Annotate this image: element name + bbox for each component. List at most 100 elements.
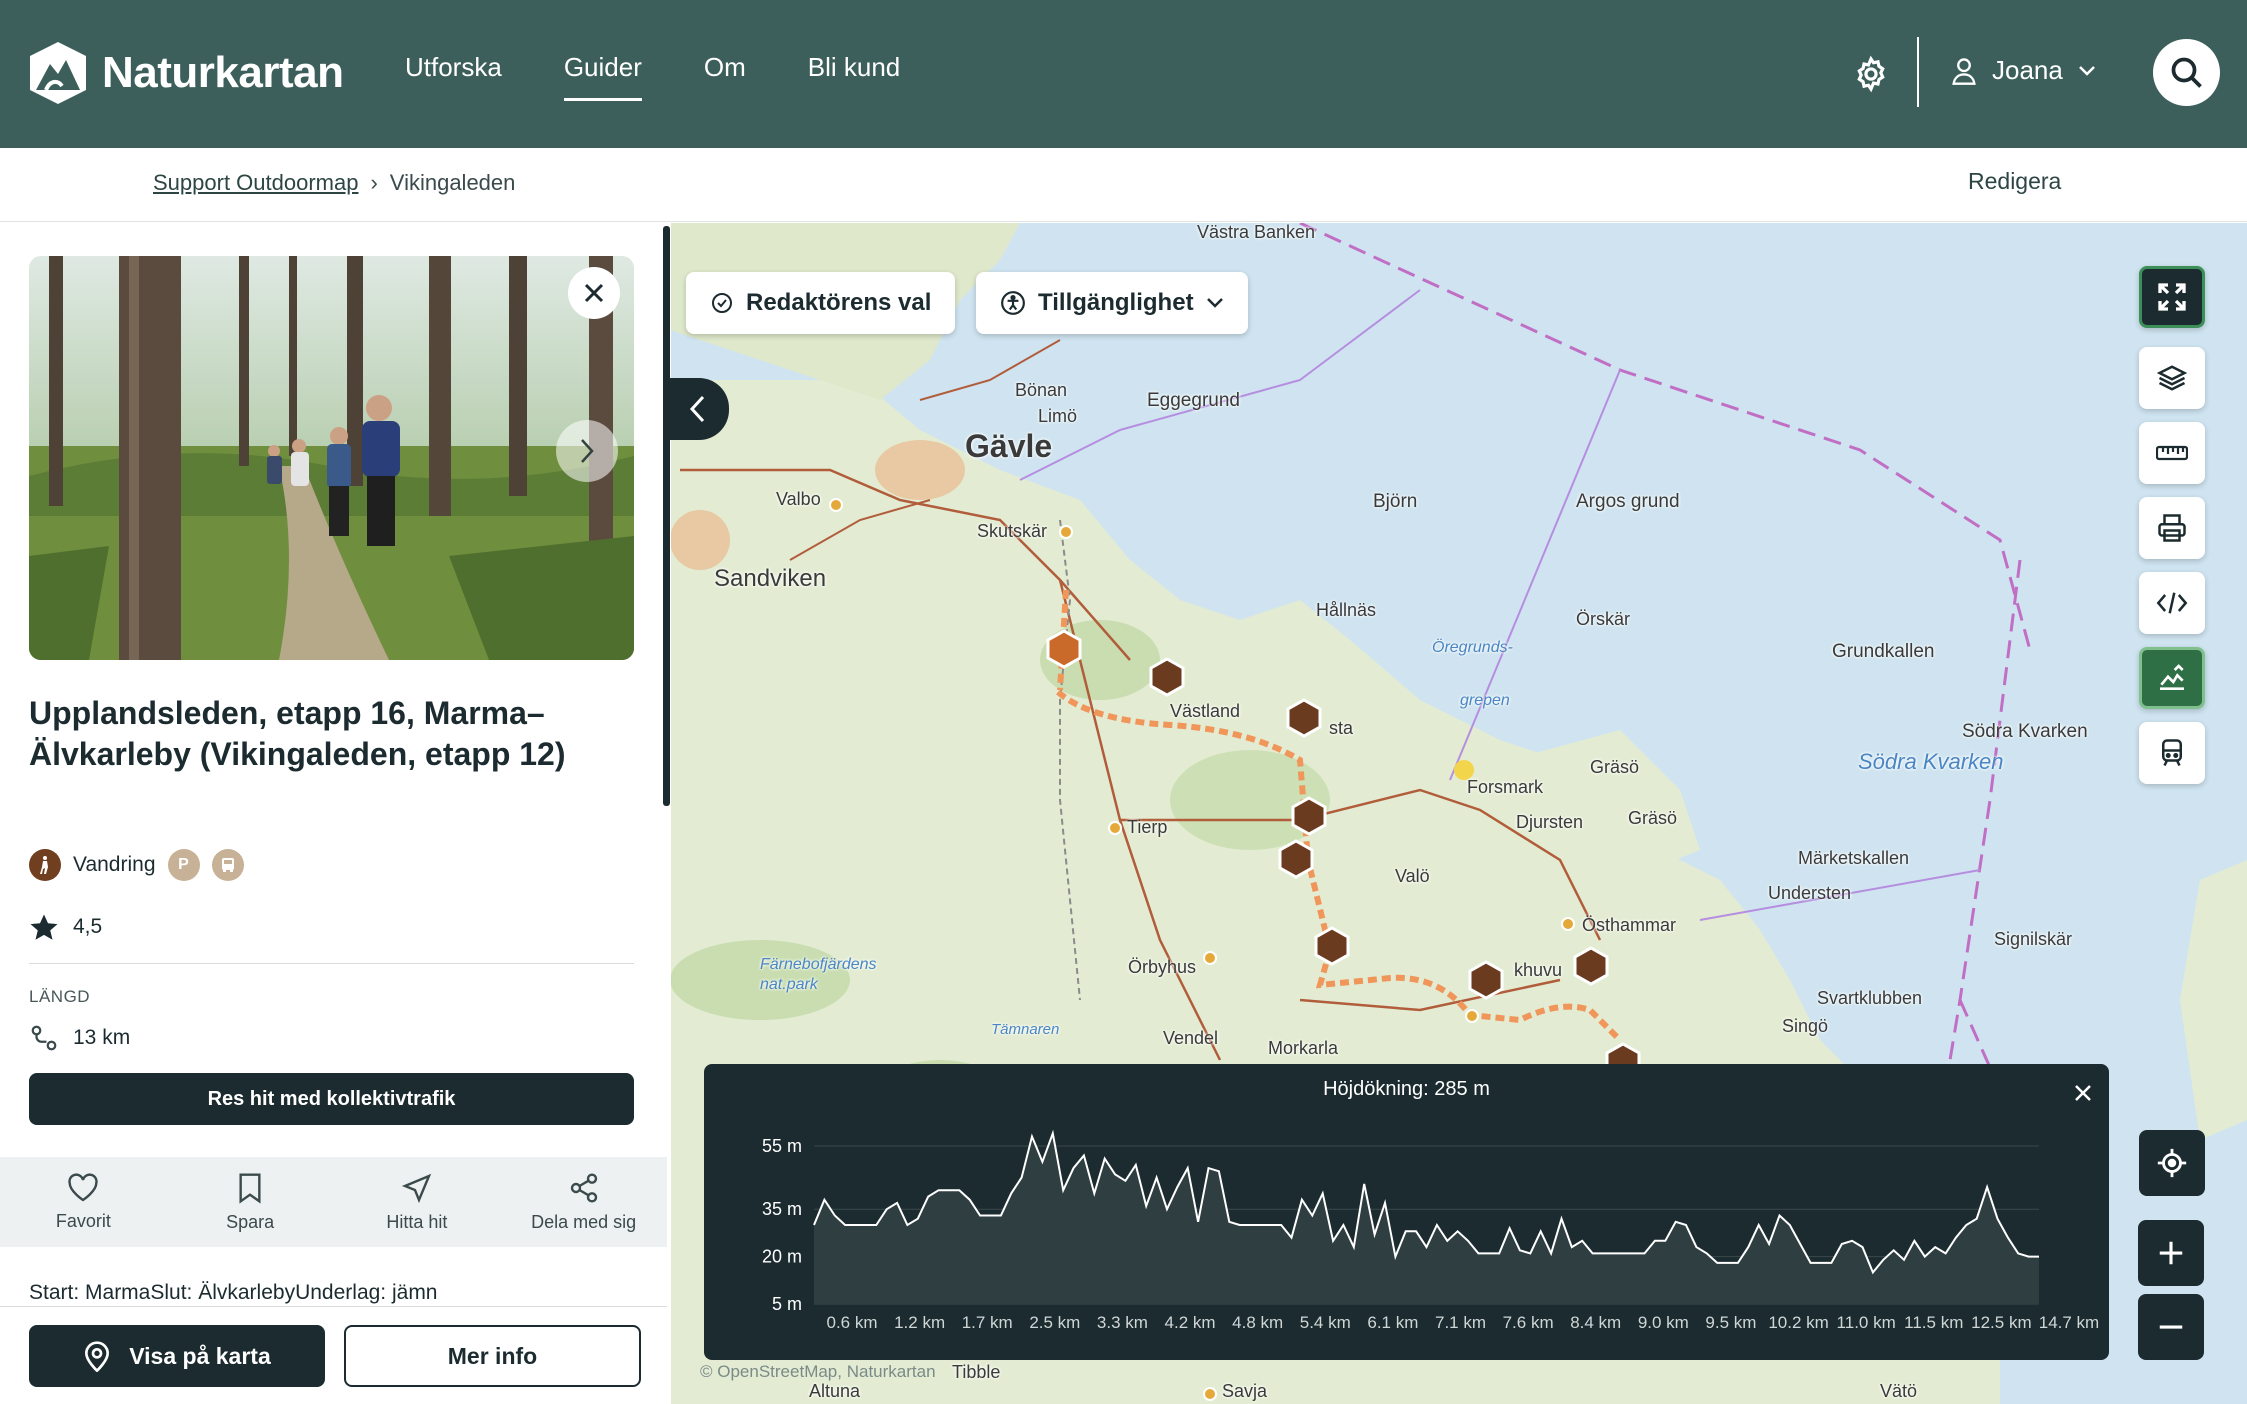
collapse-sidebar-button[interactable]	[667, 378, 729, 440]
fullscreen-icon	[2158, 283, 2186, 311]
x-tick-label: 10.2 km	[1768, 1313, 1828, 1332]
map-place-label: Björn	[1373, 491, 1418, 512]
nav-utforska[interactable]: Utforska	[405, 52, 502, 83]
save-button[interactable]: Spara	[167, 1157, 334, 1247]
elevation-chart[interactable]: 55 m 35 m 20 m 5 m 0.6 km 1.2 km 1.7 km 2.5 km 3…	[704, 1064, 2109, 1360]
x-tick-label: 8.4 km	[1570, 1313, 1621, 1332]
x-tick-label: 4.8 km	[1232, 1313, 1283, 1332]
close-elevation-button[interactable]	[2068, 1078, 2098, 1108]
nav-bli-kund[interactable]: Bli kund	[808, 52, 901, 83]
zoom-out-button[interactable]	[2138, 1294, 2204, 1360]
x-tick-label: 14.7 km	[2039, 1313, 2099, 1332]
public-transport-button[interactable]: Res hit med kollektivtrafik	[29, 1073, 634, 1125]
map-place-label: Märketskallen	[1798, 848, 1910, 868]
edit-link[interactable]: Redigera	[1968, 168, 2061, 195]
share-button[interactable]: Dela med sig	[500, 1157, 667, 1247]
y-tick-label: 5 m	[772, 1294, 802, 1314]
map-place-label: Sandviken	[714, 565, 827, 592]
map-place-label: Tibble	[952, 1362, 1001, 1382]
check-circle-icon	[712, 293, 732, 313]
sidebar-bottom-bar: Visa på karta Mer info	[0, 1306, 667, 1404]
map-place-label: nat.park	[760, 976, 818, 993]
map-place-label: Grundkallen	[1832, 641, 1935, 662]
embed-code-button[interactable]	[2139, 572, 2205, 634]
nav-om[interactable]: Om	[704, 52, 746, 83]
minus-icon	[2159, 1325, 2183, 1329]
accessibility-filter[interactable]: Tillgänglighet	[976, 272, 1248, 334]
parking-icon: P	[167, 849, 200, 881]
length-label: LÄNGD	[29, 987, 91, 1006]
measure-button[interactable]	[2139, 422, 2205, 484]
train-icon	[2162, 739, 2182, 767]
breadcrumb-parent-link[interactable]: Support Outdoormap	[153, 170, 358, 196]
map-place-label: Gräsö	[1628, 808, 1678, 828]
map-place-label: grepen	[1460, 692, 1510, 709]
accessibility-icon	[1001, 291, 1025, 315]
breadcrumb-current: Vikingaleden	[389, 170, 516, 195]
elevation-gain-title: Höjdökning: 285 m	[1323, 1078, 1490, 1100]
map-attribution[interactable]: © OpenStreetMap, Naturkartan	[700, 1362, 936, 1382]
editors-choice-filter[interactable]: Redaktörens val	[686, 272, 956, 334]
search-icon	[2171, 57, 2202, 88]
settings-gear-icon[interactable]	[1852, 55, 1890, 93]
trail-sidebar: Upplandsleden, etapp 16, Marma–Älvkarleb…	[0, 223, 667, 1404]
map-place-label: Tämnaren	[991, 1021, 1060, 1038]
trail-title: Upplandsleden, etapp 16, Marma–Älvkarleb…	[29, 695, 566, 772]
map-layers-button[interactable]	[2139, 347, 2205, 409]
map-place-label: Savja	[1222, 1381, 1268, 1401]
elevation-icon	[2160, 664, 2184, 690]
next-photo-button[interactable]	[556, 420, 618, 482]
locate-me-button[interactable]	[2139, 1130, 2205, 1196]
naturkartan-logo[interactable]: Naturkartan	[28, 38, 344, 108]
fullscreen-button[interactable]	[2139, 266, 2205, 328]
nav-guider[interactable]: Guider	[563, 52, 642, 101]
map-place-label: sta	[1329, 718, 1354, 738]
find-here-button[interactable]: Hitta hit	[334, 1157, 501, 1247]
elevation-profile-button[interactable]	[2139, 647, 2205, 709]
map-place-label: Örskär	[1576, 609, 1630, 629]
show-on-map-button[interactable]: Visa på karta	[29, 1325, 325, 1387]
route-distance-icon	[31, 1025, 57, 1051]
elevation-area	[814, 1133, 2039, 1304]
more-info-button[interactable]: Mer info	[344, 1325, 641, 1387]
map-place-label: Limö	[1038, 406, 1078, 426]
layers-icon	[2157, 365, 2187, 391]
search-button[interactable]	[2153, 39, 2220, 106]
map-place-label: Tierp	[1127, 817, 1168, 837]
map-place-label: Svartklubben	[1817, 988, 1923, 1008]
user-icon	[1952, 57, 1976, 85]
top-header: Naturkartan Utforska Guider Om Bli kund …	[0, 0, 2247, 148]
y-tick-label: 55 m	[762, 1136, 802, 1156]
public-transport-layer-button[interactable]	[2139, 722, 2205, 784]
x-tick-label: 1.2 km	[894, 1313, 945, 1332]
breadcrumb: Support Outdoormap › Vikingaleden	[153, 170, 515, 196]
map-place-label: Östhammar	[1582, 915, 1677, 935]
x-tick-label: 3.3 km	[1097, 1313, 1148, 1332]
favorite-button[interactable]: Favorit	[0, 1157, 167, 1247]
map-pin-icon	[85, 1341, 110, 1372]
map-place-label: Gävle	[965, 428, 1053, 464]
trail-photo[interactable]	[29, 256, 634, 660]
accessibility-label: Tillgänglighet	[1038, 289, 1194, 316]
user-menu[interactable]: Joana	[1950, 55, 2097, 86]
x-tick-label: 0.6 km	[826, 1313, 877, 1332]
trail-start-end-surface: Start: MarmaSlut: ÄlvkarlebyUnderlag: jä…	[29, 1281, 438, 1304]
zoom-in-button[interactable]	[2138, 1220, 2204, 1286]
map-place-label: Understen	[1768, 883, 1852, 903]
x-tick-label: 6.1 km	[1367, 1313, 1418, 1332]
star-icon	[30, 914, 58, 940]
bookmark-icon	[239, 1172, 261, 1204]
print-button[interactable]	[2139, 497, 2205, 559]
find-here-label: Hitta hit	[386, 1211, 448, 1232]
map-place-label: Vätö	[1880, 1381, 1918, 1401]
sidebar-scrollbar[interactable]	[663, 226, 670, 806]
x-tick-label: 7.1 km	[1435, 1313, 1486, 1332]
ruler-icon	[2156, 445, 2188, 461]
user-name: Joana	[1992, 55, 2063, 85]
map-place-label: Forsmark	[1467, 777, 1543, 797]
share-label: Dela med sig	[531, 1211, 637, 1232]
close-photo-button[interactable]	[568, 267, 620, 319]
trail-rating: 4,5	[29, 913, 102, 941]
close-icon	[2075, 1085, 2091, 1101]
trail-actions-bar: Favorit Spara Hitta hit Dela med sig	[0, 1157, 667, 1247]
